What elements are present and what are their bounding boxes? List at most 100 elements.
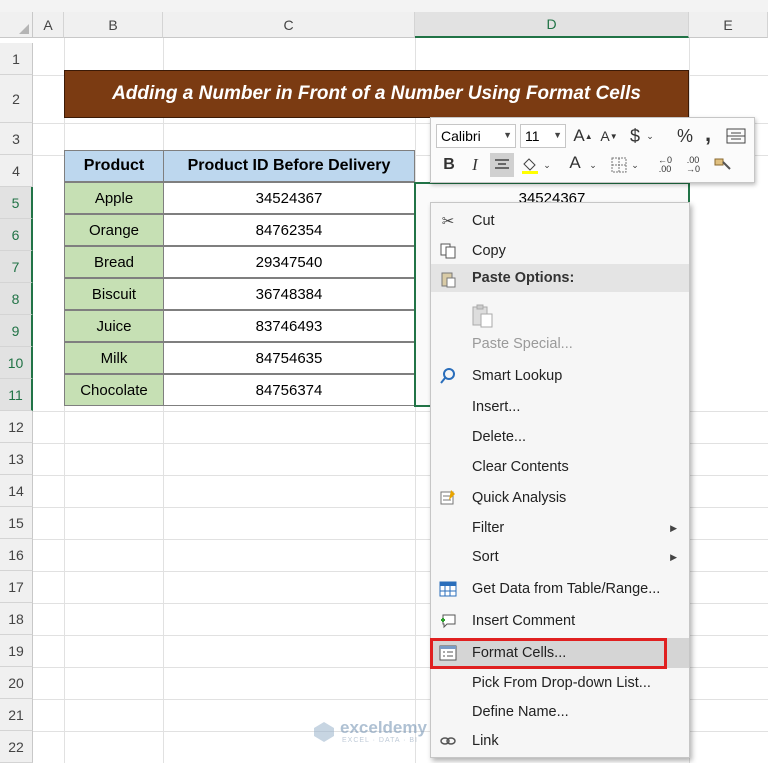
row-header-5[interactable]: 5 — [0, 187, 33, 219]
comma-style-button[interactable]: , — [701, 121, 715, 146]
table-cell-id[interactable]: 84762354 — [163, 214, 415, 246]
menu-item-label: Pick From Drop-down List... — [472, 675, 651, 691]
row-header-22[interactable]: 22 — [0, 731, 33, 763]
fill-color-button[interactable] — [519, 153, 541, 177]
menu-item-label: Define Name... — [472, 704, 569, 720]
increase-decimal-button[interactable]: ←0.00 — [653, 153, 677, 177]
menu-item-cut[interactable]: ✂ Cut — [431, 206, 689, 236]
menu-item-define-name[interactable]: Define Name... — [431, 697, 689, 727]
table-cell-product[interactable]: Bread — [64, 246, 164, 278]
row-header-3[interactable]: 3 — [0, 123, 33, 155]
menu-item-clear-contents[interactable]: Clear Contents — [431, 452, 689, 482]
chevron-down-icon[interactable]: ▼ — [503, 130, 512, 140]
table-cell-product[interactable]: Milk — [64, 342, 164, 374]
watermark-tagline: EXCEL · DATA · BI — [342, 737, 418, 744]
menu-item-copy[interactable]: Copy — [431, 236, 689, 266]
row-header-1[interactable]: 1 — [0, 43, 33, 75]
menu-item-delete[interactable]: Delete... — [431, 422, 689, 452]
row-header-10[interactable]: 10 — [0, 347, 33, 379]
menu-item-label: Delete... — [472, 429, 526, 445]
chevron-down-icon[interactable]: ⌄ — [643, 124, 657, 148]
menu-item-filter[interactable]: Filter ▶ — [431, 513, 689, 543]
formula-bar-edge — [0, 0, 768, 12]
format-painter-icon — [714, 158, 731, 170]
menu-item-link[interactable]: Link — [431, 726, 689, 756]
increase-font-size-button[interactable]: A ▲ — [573, 124, 593, 148]
select-all-button[interactable] — [0, 12, 33, 38]
row-header-11[interactable]: 11 — [0, 379, 33, 411]
row-header-20[interactable]: 20 — [0, 667, 33, 699]
font-color-button[interactable]: A — [565, 151, 585, 175]
menu-item-label: Link — [472, 733, 499, 749]
context-menu: ✂ Cut Copy Paste Options: Paste Special.… — [430, 202, 690, 758]
table-cell-product[interactable]: Apple — [64, 182, 164, 214]
row-header-17[interactable]: 17 — [0, 571, 33, 603]
table-cell-product[interactable]: Chocolate — [64, 374, 164, 406]
format-painter-button[interactable] — [711, 153, 735, 177]
row-header-6[interactable]: 6 — [0, 219, 33, 251]
menu-item-label: Paste Special... — [472, 336, 573, 352]
table-cell-product[interactable]: Juice — [64, 310, 164, 342]
table-cell-product[interactable]: Biscuit — [64, 278, 164, 310]
chevron-down-icon[interactable]: ⌄ — [629, 153, 641, 177]
increase-font-icon: A — [573, 126, 585, 145]
sheet-title[interactable]: Adding a Number in Front of a Number Usi… — [64, 70, 689, 118]
bold-button[interactable]: B — [439, 153, 459, 177]
menu-item-label: Quick Analysis — [472, 490, 567, 506]
row-header-7[interactable]: 7 — [0, 251, 33, 283]
chevron-down-icon[interactable]: ▼ — [553, 130, 562, 140]
menu-item-label: Smart Lookup — [472, 368, 563, 384]
row-header-21[interactable]: 21 — [0, 699, 33, 731]
row-header-13[interactable]: 13 — [0, 443, 33, 475]
row-header-15[interactable]: 15 — [0, 507, 33, 539]
row-header-12[interactable]: 12 — [0, 411, 33, 443]
chevron-down-icon[interactable]: ⌄ — [541, 153, 553, 177]
menu-item-pick-from-dropdown[interactable]: Pick From Drop-down List... — [431, 668, 689, 698]
row-header-9[interactable]: 9 — [0, 315, 33, 347]
font-name-box[interactable]: Calibri ▼ — [436, 124, 516, 148]
column-header-d[interactable]: D — [415, 12, 689, 38]
menu-item-insert-comment[interactable]: Insert Comment — [431, 606, 689, 636]
decrease-font-size-button[interactable]: A ▼ — [599, 124, 619, 148]
table-cell-id[interactable]: 34524367 — [163, 182, 415, 214]
row-header-16[interactable]: 16 — [0, 539, 33, 571]
font-size-box[interactable]: 11 ▼ — [520, 124, 566, 148]
align-center-icon — [495, 159, 509, 169]
column-header-c[interactable]: C — [163, 12, 415, 38]
table-header-product[interactable]: Product — [64, 150, 164, 182]
currency-button[interactable]: $ — [627, 124, 643, 148]
row-header-8[interactable]: 8 — [0, 283, 33, 315]
italic-button[interactable]: I — [465, 153, 485, 177]
watermark-name: exceldemy — [340, 718, 427, 737]
menu-item-label: Insert... — [472, 399, 521, 415]
table-header-product-id[interactable]: Product ID Before Delivery — [163, 150, 415, 182]
table-cell-id[interactable]: 36748384 — [163, 278, 415, 310]
table-icon — [437, 578, 459, 600]
column-header-b[interactable]: B — [64, 12, 163, 38]
percent-button[interactable]: % — [675, 124, 695, 148]
column-header-e[interactable]: E — [689, 12, 768, 38]
row-header-2[interactable]: 2 — [0, 75, 33, 123]
menu-item-paste-special[interactable]: Paste Special... — [431, 329, 689, 359]
menu-item-get-data[interactable]: Get Data from Table/Range... — [431, 574, 689, 604]
menu-item-smart-lookup[interactable]: Smart Lookup — [431, 361, 689, 391]
menu-item-sort[interactable]: Sort ▶ — [431, 542, 689, 572]
align-center-button[interactable] — [490, 153, 514, 177]
row-header-14[interactable]: 14 — [0, 475, 33, 507]
borders-button[interactable] — [609, 153, 629, 177]
menu-item-format-cells[interactable]: Format Cells... — [431, 638, 689, 668]
row-header-18[interactable]: 18 — [0, 603, 33, 635]
table-cell-id[interactable]: 84754635 — [163, 342, 415, 374]
chevron-down-icon[interactable]: ⌄ — [587, 153, 599, 177]
table-cell-id[interactable]: 29347540 — [163, 246, 415, 278]
menu-item-quick-analysis[interactable]: Quick Analysis — [431, 483, 689, 513]
merge-center-icon[interactable] — [725, 124, 747, 148]
table-cell-product[interactable]: Orange — [64, 214, 164, 246]
row-header-4[interactable]: 4 — [0, 155, 33, 187]
table-cell-id[interactable]: 84756374 — [163, 374, 415, 406]
column-header-a[interactable]: A — [33, 12, 64, 38]
table-cell-id[interactable]: 83746493 — [163, 310, 415, 342]
row-header-19[interactable]: 19 — [0, 635, 33, 667]
menu-item-insert[interactable]: Insert... — [431, 392, 689, 422]
decrease-decimal-button[interactable]: .00 →0 — [681, 153, 705, 177]
